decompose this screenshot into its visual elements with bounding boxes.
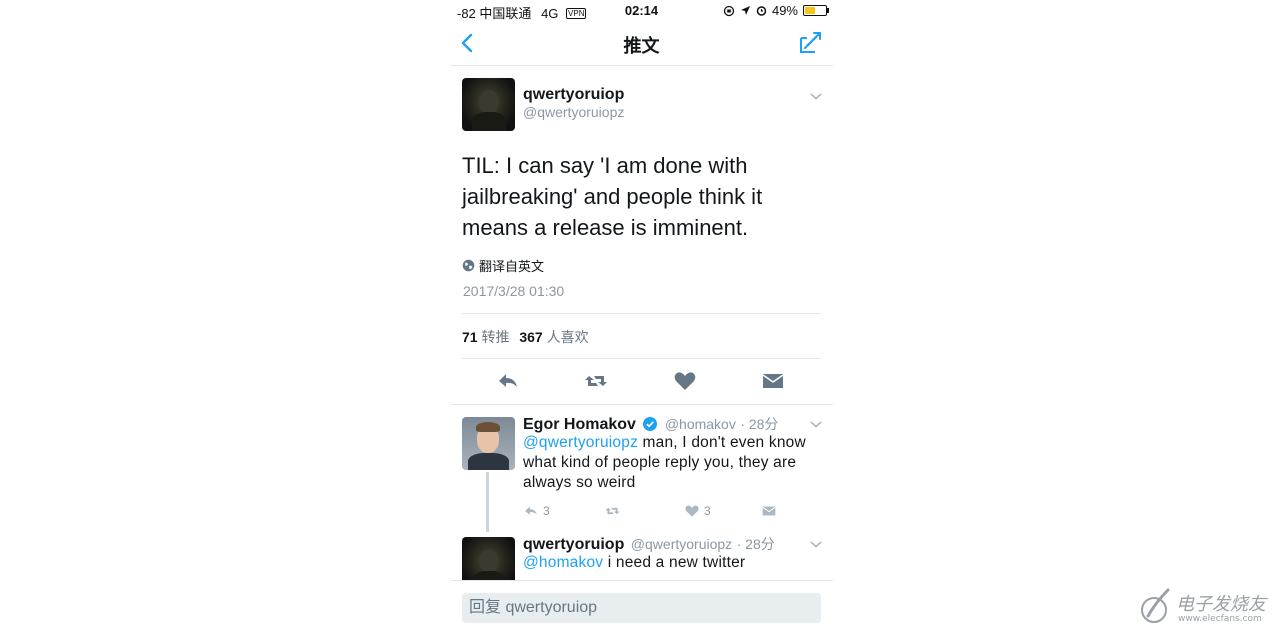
retweet-label: 转推 <box>481 329 510 345</box>
like-count: 367 <box>519 329 543 345</box>
reply-time: · 28分 <box>740 416 779 432</box>
reply-retweet-action[interactable] <box>603 503 622 519</box>
battery-icon <box>803 5 829 16</box>
chevron-down-icon[interactable] <box>809 539 823 549</box>
tweet-date: 2017/3/28 01:30 <box>463 283 565 299</box>
tweet-actions <box>450 360 833 404</box>
alarm-icon <box>756 6 767 16</box>
reply-message-action[interactable] <box>761 503 777 519</box>
retweet-count: 71 <box>462 329 478 345</box>
reply-avatar[interactable] <box>462 417 515 470</box>
like-label: 人喜欢 <box>546 329 589 345</box>
status-right: 49% <box>723 3 829 18</box>
battery-percent: 49% <box>771 3 798 18</box>
like-icon[interactable] <box>673 370 697 392</box>
avatar-shirt <box>468 453 509 470</box>
reply-header: Egor Homakov @homakov · 28分 <box>523 414 778 434</box>
page-title: 推文 <box>623 36 660 56</box>
status-bar: -82 中国联通 4G VPN 02:14 49% <box>450 0 833 22</box>
reply-time: · 28分 <box>736 536 775 552</box>
chevron-down-icon[interactable] <box>809 419 823 429</box>
orientation-lock-icon <box>723 5 735 16</box>
reply-author-name[interactable]: Egor Homakov <box>523 416 636 433</box>
reply-like-action[interactable]: 3 <box>684 503 711 519</box>
watermark-logo-icon <box>1141 588 1170 623</box>
avatar-head <box>479 549 499 573</box>
divider <box>462 313 821 314</box>
tweet-text: TIL: I can say 'I am done with jailbreak… <box>462 153 763 240</box>
compose-icon[interactable] <box>797 30 823 56</box>
avatar-body <box>472 112 506 131</box>
verified-badge-icon <box>643 417 658 431</box>
watermark-url: www.elecfans.com <box>1178 614 1262 624</box>
like-count: 3 <box>704 504 711 518</box>
avatar[interactable] <box>462 78 515 131</box>
reply-body: i need a new twitter <box>603 554 746 571</box>
tweet-stats[interactable]: 71 转推 367 人喜欢 <box>462 327 589 347</box>
reply-text: @homakov i need a new twitter <box>523 553 823 573</box>
reply-icon <box>525 506 537 515</box>
reply-author-handle[interactable]: @homakov <box>665 416 736 432</box>
tweet-author-name[interactable]: qwertyoruiop <box>523 86 624 104</box>
thread-line <box>486 472 489 532</box>
reply-text: @qwertyoruiopz man, I don't even know wh… <box>523 433 823 493</box>
watermark-text: 电子发烧友 <box>1176 594 1266 615</box>
reply-author-handle[interactable]: @qwertyoruiopz <box>631 536 732 552</box>
battery-fill <box>805 7 815 14</box>
retweet-icon <box>605 507 620 515</box>
divider <box>462 358 821 359</box>
reply-author-name[interactable]: qwertyoruiop <box>523 536 624 553</box>
reply-icon[interactable] <box>496 370 520 392</box>
reply-input[interactable]: 回复 qwertyoruiop <box>462 593 821 623</box>
translate-link[interactable]: 翻译自英文 <box>462 256 544 275</box>
message-icon <box>762 506 776 516</box>
chevron-down-icon[interactable] <box>809 91 823 101</box>
avatar-head <box>479 90 499 114</box>
reply-header: qwertyoruiop @qwertyoruiopz · 28分 <box>523 534 775 554</box>
watermark: 电子发烧友 www.elecfans.com <box>1138 586 1268 630</box>
translate-label: 翻译自英文 <box>479 259 545 274</box>
tweet-author-handle[interactable]: @qwertyoruiopz <box>523 104 624 120</box>
globe-icon <box>462 259 475 272</box>
reply-mention[interactable]: @homakov <box>523 554 603 571</box>
retweet-icon[interactable] <box>583 370 609 392</box>
reply-bar: 回复 qwertyoruiop <box>450 580 833 638</box>
location-arrow-icon <box>740 6 750 15</box>
like-icon <box>685 505 699 517</box>
reply-mention[interactable]: @qwertyoruiopz <box>523 434 638 451</box>
nav-bar: 推文 <box>450 22 833 66</box>
reply-reply-action[interactable]: 3 <box>523 503 550 519</box>
avatar-hair <box>476 422 500 432</box>
message-icon[interactable] <box>761 370 785 392</box>
phone-screen: -82 中国联通 4G VPN 02:14 49% 推文 qwertyoruio… <box>450 0 833 638</box>
reply-count: 3 <box>543 504 550 518</box>
